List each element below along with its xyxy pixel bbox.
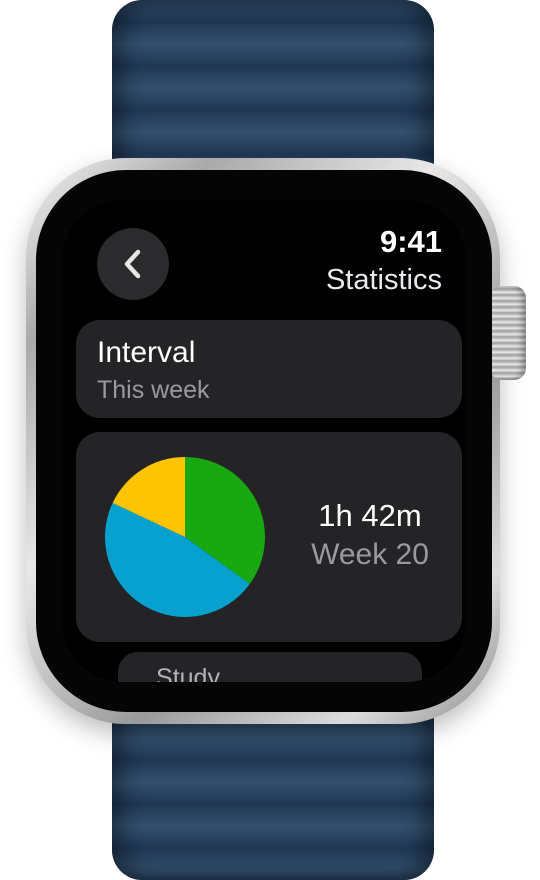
list-item[interactable]: Study <box>118 652 422 682</box>
status-time: 9:41 <box>379 224 442 259</box>
interval-label: Interval <box>97 336 196 369</box>
chevron-left-icon <box>120 249 146 279</box>
summary-card[interactable]: 1h 42m Week 20 <box>76 432 462 642</box>
interval-selector[interactable]: Interval This week <box>76 320 462 418</box>
pie-chart <box>104 457 265 618</box>
interval-value: This week <box>97 376 210 404</box>
digital-crown[interactable] <box>490 286 526 380</box>
back-button[interactable] <box>97 228 169 300</box>
week-label: Week 20 <box>311 538 429 571</box>
page-title: Statistics <box>325 264 442 296</box>
watch-screen: 9:41 Statistics Interval This week 1h 42… <box>62 200 466 682</box>
total-duration: 1h 42m <box>318 498 422 533</box>
list-item-label: Study <box>156 664 220 682</box>
